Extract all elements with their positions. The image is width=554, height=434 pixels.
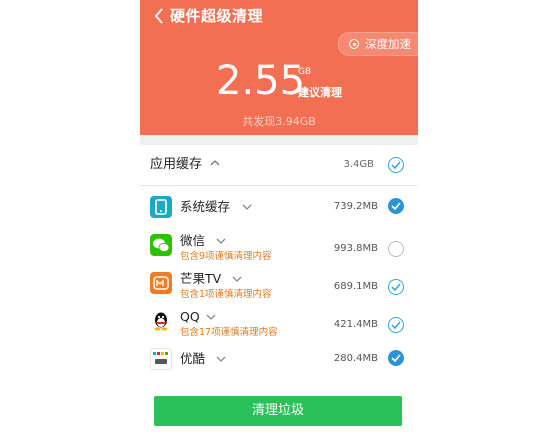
chevron-down-icon[interactable]: [242, 203, 252, 211]
chevron-down-icon[interactable]: [216, 355, 226, 363]
app-cache-group[interactable]: 应用缓存 3.4GB: [140, 145, 418, 186]
item-name: 优酷: [180, 351, 206, 366]
chevron-down-icon[interactable]: [232, 275, 242, 283]
found-total-text: 共发现3.94GB: [242, 115, 316, 128]
item-warning: 包含17项谨慎清理内容: [180, 327, 278, 338]
item-warning: 包含1项谨慎清理内容: [180, 289, 272, 300]
list-item-youku[interactable]: 优酷 280.4MB: [140, 343, 418, 381]
list-item-wechat[interactable]: 微信 包含9项谨慎清理内容 993.8MB: [140, 229, 418, 267]
item-checkbox[interactable]: [388, 198, 404, 214]
item-checkbox[interactable]: [388, 350, 404, 366]
list-item-qq[interactable]: QQ 包含17项谨慎清理内容 421.4MB: [140, 305, 418, 343]
item-checkbox[interactable]: [388, 317, 404, 333]
chevron-down-icon[interactable]: [206, 313, 216, 321]
section-divider: [140, 135, 418, 145]
group-size: 3.4GB: [343, 159, 374, 170]
deep-accelerate-button[interactable]: 深度加速: [338, 32, 418, 56]
check-icon: [391, 354, 401, 362]
item-warning: 包含9项谨慎清理内容: [180, 251, 272, 262]
chevron-up-icon[interactable]: [210, 158, 220, 168]
page-title: 硬件超级清理: [170, 7, 264, 25]
mangotv-icon: [150, 272, 172, 294]
target-icon: [349, 39, 359, 49]
item-size: 993.8MB: [333, 243, 378, 254]
back-button[interactable]: [150, 6, 168, 26]
cache-list: 应用缓存 3.4GB 系统缓存 739.2MB 微信 包含9项谨慎清理内容 99…: [140, 135, 418, 381]
chevron-down-icon[interactable]: [216, 237, 226, 245]
item-size: 689.1MB: [333, 281, 378, 292]
suggested-size-unit: GB: [298, 67, 312, 77]
deep-accelerate-label: 深度加速: [365, 37, 411, 51]
item-size: 421.4MB: [333, 319, 378, 330]
group-name: 应用缓存: [150, 157, 203, 172]
system-cache-icon: [150, 196, 172, 218]
clean-junk-button[interactable]: 清理垃圾: [154, 396, 402, 426]
list-item-mangotv[interactable]: 芒果TV 包含1项谨慎清理内容 689.1MB: [140, 267, 418, 305]
group-checkbox[interactable]: [388, 157, 404, 173]
item-name: QQ: [180, 309, 200, 324]
check-icon: [391, 283, 401, 291]
item-name: 微信: [180, 233, 206, 248]
check-icon: [391, 161, 401, 169]
header-panel: 硬件超级清理 深度加速 2.55 GB 建议清理 共发现3.94GB: [140, 0, 418, 135]
check-icon: [391, 202, 401, 210]
youku-icon: [150, 348, 172, 370]
chevron-left-icon: [154, 8, 163, 24]
suggested-size-value: 2.55: [216, 58, 306, 104]
item-size: 739.2MB: [333, 201, 378, 212]
item-size: 280.4MB: [333, 353, 378, 364]
app-screen: 硬件超级清理 深度加速 2.55 GB 建议清理 共发现3.94GB 应用缓存 …: [140, 0, 418, 434]
wechat-icon: [150, 234, 172, 256]
check-icon: [391, 321, 401, 329]
item-checkbox[interactable]: [388, 241, 404, 257]
qq-icon: [150, 310, 172, 332]
suggest-clean-label: 建议清理: [298, 86, 342, 99]
item-name: 系统缓存: [180, 199, 231, 214]
list-item-system-cache[interactable]: 系统缓存 739.2MB: [140, 191, 418, 229]
bottom-bar: 清理垃圾: [140, 383, 418, 434]
item-checkbox[interactable]: [388, 279, 404, 295]
item-name: 芒果TV: [180, 271, 222, 286]
